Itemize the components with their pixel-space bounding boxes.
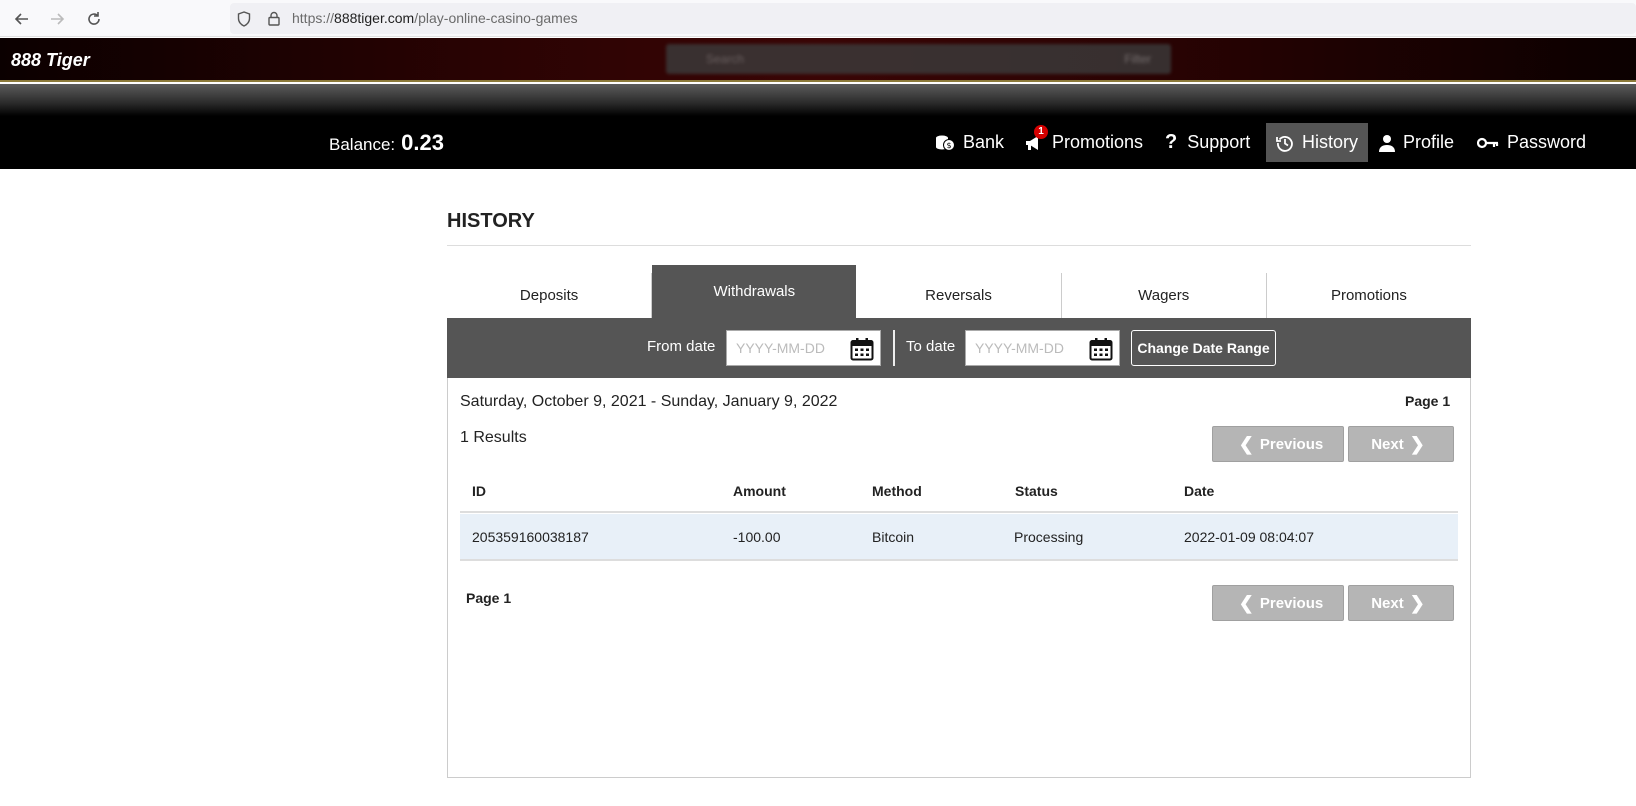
site-logo[interactable]: 888 Tiger [11, 50, 90, 71]
nav-history-label: History [1302, 132, 1359, 152]
chevron-left-icon: ❮ [1238, 593, 1254, 613]
previous-button-top[interactable]: ❮ Previous [1212, 426, 1344, 462]
calendar-icon[interactable] [850, 337, 874, 366]
to-date-label: To date [906, 338, 956, 355]
balance: Balance: 0.23 [329, 130, 444, 156]
to-date-input[interactable] [966, 331, 1086, 365]
tab-promotions[interactable]: Promotions [1266, 273, 1472, 318]
reload-icon[interactable] [83, 8, 105, 30]
date-filter-bar: From date To date Change Date Range [447, 318, 1471, 378]
table-row[interactable]: 205359160038187 -100.00 Bitcoin Processi… [460, 514, 1458, 561]
header-band [0, 84, 1636, 116]
promotions-badge: 1 [1034, 125, 1048, 139]
tab-wagers[interactable]: Wagers [1061, 273, 1267, 318]
column-amount[interactable]: Amount [733, 483, 786, 499]
svg-text:$: $ [946, 141, 951, 150]
column-id[interactable]: ID [472, 483, 486, 499]
filter-label: Filter [1124, 52, 1151, 66]
chevron-right-icon: ❯ [1409, 593, 1425, 613]
to-date-field[interactable] [965, 330, 1120, 366]
tab-deposits[interactable]: Deposits [447, 273, 653, 318]
coins-icon: $ [936, 135, 955, 151]
nav-promotions-label: Promotions [1052, 132, 1144, 152]
cell-method: Bitcoin [872, 529, 915, 545]
nav-profile-label: Profile [1403, 132, 1455, 152]
tab-withdrawals[interactable]: Withdrawals [652, 265, 857, 318]
page-indicator-top: Page 1 [1405, 393, 1451, 409]
back-icon[interactable] [11, 8, 33, 30]
date-range-text: Saturday, October 9, 2021 - Sunday, Janu… [460, 393, 838, 410]
title-divider [447, 245, 1471, 246]
browser-toolbar: https://888tiger.com/play-online-casino-… [0, 0, 1636, 37]
history-tabs: Deposits Withdrawals Reversals Wagers Pr… [447, 265, 1472, 318]
nav-promotions[interactable]: 1 Promotions [1014, 123, 1153, 162]
date-separator [893, 330, 895, 366]
next-button-bottom[interactable]: Next ❯ [1348, 585, 1454, 621]
previous-button-bottom[interactable]: ❮ Previous [1212, 585, 1344, 621]
user-icon [1379, 134, 1395, 152]
cell-date: 2022-01-09 08:04:07 [1184, 529, 1314, 545]
change-date-range-button[interactable]: Change Date Range [1131, 330, 1276, 366]
chevron-left-icon: ❮ [1238, 434, 1254, 454]
nav-password-label: Password [1507, 132, 1587, 152]
balance-value: 0.23 [401, 130, 444, 155]
table-header: ID Amount Method Status Date [460, 480, 1458, 513]
site-header: 888 Tiger Search Filter [0, 38, 1636, 82]
tab-reversals[interactable]: Reversals [856, 273, 1062, 318]
nav-password[interactable]: Password [1467, 123, 1596, 162]
from-date-input[interactable] [727, 331, 847, 365]
calendar-icon[interactable] [1089, 337, 1113, 366]
nav-bank-label: Bank [963, 132, 1005, 152]
from-date-label: From date [647, 338, 716, 355]
next-label: Next [1371, 435, 1404, 453]
next-label: Next [1371, 594, 1404, 612]
column-date[interactable]: Date [1184, 483, 1214, 499]
key-icon [1477, 137, 1499, 148]
lock-icon [268, 11, 280, 31]
nav-history[interactable]: History [1266, 123, 1369, 162]
page-indicator-bottom: Page 1 [466, 590, 512, 606]
balance-label: Balance: [329, 135, 396, 154]
cell-id: 205359160038187 [472, 529, 589, 545]
shield-icon [237, 11, 251, 32]
chevron-right-icon: ❯ [1409, 434, 1425, 454]
nav-bank[interactable]: $ Bank [925, 123, 1014, 162]
page-title: HISTORY [447, 210, 535, 232]
account-nav: Balance: 0.23 $ Bank 1 Promotions ? Suppo… [0, 116, 1636, 169]
next-button-top[interactable]: Next ❯ [1348, 426, 1454, 462]
nav-support[interactable]: ? Support [1155, 123, 1260, 162]
search-placeholder: Search [706, 52, 745, 66]
forward-icon[interactable] [46, 8, 68, 30]
cell-status: Processing [1014, 529, 1084, 545]
cell-amount: -100.00 [733, 529, 781, 545]
previous-label: Previous [1259, 594, 1324, 612]
previous-label: Previous [1259, 435, 1324, 453]
search-input[interactable]: Search Filter [666, 44, 1171, 74]
url-text[interactable]: https://888tiger.com/play-online-casino-… [292, 10, 578, 26]
history-icon [1276, 135, 1293, 152]
nav-profile[interactable]: Profile [1369, 123, 1464, 162]
nav-support-label: Support [1187, 132, 1251, 152]
column-method[interactable]: Method [872, 483, 922, 499]
results-count: 1 Results [460, 429, 527, 446]
column-status[interactable]: Status [1015, 483, 1058, 499]
question-icon: ? [1165, 131, 1178, 153]
from-date-field[interactable] [726, 330, 881, 366]
